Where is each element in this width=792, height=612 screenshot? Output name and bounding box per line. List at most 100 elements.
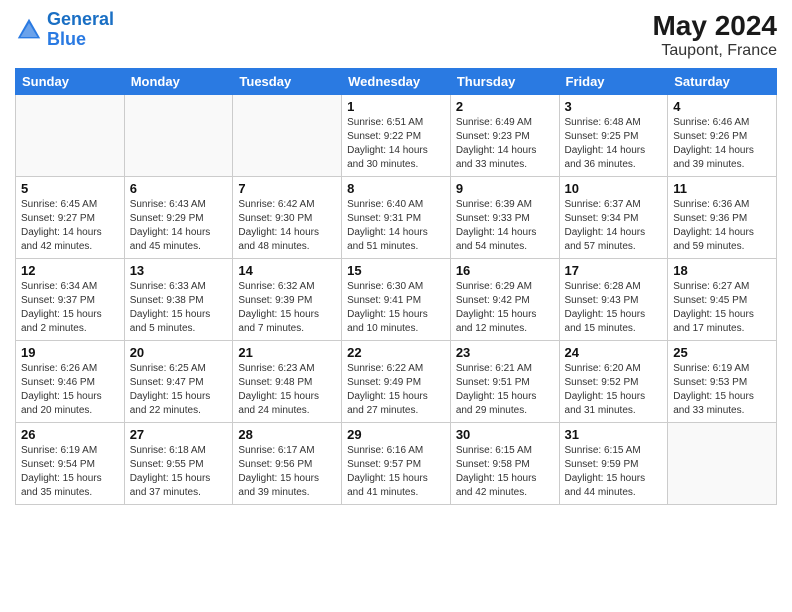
day-info: Sunrise: 6:26 AMSunset: 9:46 PMDaylight:… (21, 362, 119, 418)
day-number: 9 (456, 181, 554, 196)
day-number: 19 (21, 345, 119, 360)
day-number: 6 (130, 181, 228, 196)
day-info: Sunrise: 6:25 AMSunset: 9:47 PMDaylight:… (130, 362, 228, 418)
day-cell: 16 Sunrise: 6:29 AMSunset: 9:42 PMDayligh… (450, 259, 559, 341)
col-monday: Monday (124, 69, 233, 95)
day-cell: 4 Sunrise: 6:46 AMSunset: 9:26 PMDaylight… (668, 95, 777, 177)
day-number: 5 (21, 181, 119, 196)
day-number: 15 (347, 263, 445, 278)
day-cell (668, 423, 777, 505)
day-cell: 30 Sunrise: 6:15 AMSunset: 9:58 PMDayligh… (450, 423, 559, 505)
day-info: Sunrise: 6:15 AMSunset: 9:58 PMDaylight:… (456, 444, 554, 500)
logo-icon (15, 16, 43, 44)
day-info: Sunrise: 6:15 AMSunset: 9:59 PMDaylight:… (565, 444, 663, 500)
day-info: Sunrise: 6:16 AMSunset: 9:57 PMDaylight:… (347, 444, 445, 500)
day-cell: 15 Sunrise: 6:30 AMSunset: 9:41 PMDayligh… (342, 259, 451, 341)
col-tuesday: Tuesday (233, 69, 342, 95)
col-saturday: Saturday (668, 69, 777, 95)
day-number: 30 (456, 427, 554, 442)
day-cell: 28 Sunrise: 6:17 AMSunset: 9:56 PMDayligh… (233, 423, 342, 505)
day-number: 14 (238, 263, 336, 278)
day-number: 13 (130, 263, 228, 278)
col-sunday: Sunday (16, 69, 125, 95)
day-info: Sunrise: 6:51 AMSunset: 9:22 PMDaylight:… (347, 116, 445, 172)
day-number: 11 (673, 181, 771, 196)
day-number: 16 (456, 263, 554, 278)
day-cell: 21 Sunrise: 6:23 AMSunset: 9:48 PMDayligh… (233, 341, 342, 423)
day-info: Sunrise: 6:18 AMSunset: 9:55 PMDaylight:… (130, 444, 228, 500)
week-row-0: 1 Sunrise: 6:51 AMSunset: 9:22 PMDaylight… (16, 95, 777, 177)
day-info: Sunrise: 6:34 AMSunset: 9:37 PMDaylight:… (21, 280, 119, 336)
day-number: 18 (673, 263, 771, 278)
day-cell: 29 Sunrise: 6:16 AMSunset: 9:57 PMDayligh… (342, 423, 451, 505)
day-info: Sunrise: 6:40 AMSunset: 9:31 PMDaylight:… (347, 198, 445, 254)
day-info: Sunrise: 6:27 AMSunset: 9:45 PMDaylight:… (673, 280, 771, 336)
logo-line1: General (47, 9, 114, 29)
day-info: Sunrise: 6:39 AMSunset: 9:33 PMDaylight:… (456, 198, 554, 254)
day-info: Sunrise: 6:48 AMSunset: 9:25 PMDaylight:… (565, 116, 663, 172)
day-cell: 9 Sunrise: 6:39 AMSunset: 9:33 PMDaylight… (450, 177, 559, 259)
day-number: 29 (347, 427, 445, 442)
day-number: 21 (238, 345, 336, 360)
day-info: Sunrise: 6:22 AMSunset: 9:49 PMDaylight:… (347, 362, 445, 418)
day-cell: 13Sunrise: 6:33 AMSunset: 9:38 PMDayligh… (124, 259, 233, 341)
day-number: 22 (347, 345, 445, 360)
day-info: Sunrise: 6:46 AMSunset: 9:26 PMDaylight:… (673, 116, 771, 172)
logo-text: General Blue (47, 10, 114, 50)
day-info: Sunrise: 6:43 AMSunset: 9:29 PMDaylight:… (130, 198, 228, 254)
col-thursday: Thursday (450, 69, 559, 95)
day-cell: 8 Sunrise: 6:40 AMSunset: 9:31 PMDaylight… (342, 177, 451, 259)
day-number: 28 (238, 427, 336, 442)
day-cell: 5Sunrise: 6:45 AMSunset: 9:27 PMDaylight… (16, 177, 125, 259)
day-cell: 10Sunrise: 6:37 AMSunset: 9:34 PMDayligh… (559, 177, 668, 259)
day-info: Sunrise: 6:32 AMSunset: 9:39 PMDaylight:… (238, 280, 336, 336)
logo-line2: Blue (47, 29, 86, 49)
day-number: 23 (456, 345, 554, 360)
week-row-2: 12 Sunrise: 6:34 AMSunset: 9:37 PMDayligh… (16, 259, 777, 341)
day-info: Sunrise: 6:29 AMSunset: 9:42 PMDaylight:… (456, 280, 554, 336)
day-number: 26 (21, 427, 119, 442)
day-info: Sunrise: 6:23 AMSunset: 9:48 PMDaylight:… (238, 362, 336, 418)
header: General Blue May 2024 Taupont, France (15, 10, 777, 60)
day-cell (16, 95, 125, 177)
day-cell: 7Sunrise: 6:42 AMSunset: 9:30 PMDaylight… (233, 177, 342, 259)
col-wednesday: Wednesday (342, 69, 451, 95)
day-number: 10 (565, 181, 663, 196)
day-number: 17 (565, 263, 663, 278)
day-number: 8 (347, 181, 445, 196)
day-info: Sunrise: 6:19 AMSunset: 9:53 PMDaylight:… (673, 362, 771, 418)
day-cell: 22 Sunrise: 6:22 AMSunset: 9:49 PMDayligh… (342, 341, 451, 423)
day-cell: 31Sunrise: 6:15 AMSunset: 9:59 PMDayligh… (559, 423, 668, 505)
day-info: Sunrise: 6:49 AMSunset: 9:23 PMDaylight:… (456, 116, 554, 172)
day-cell: 11 Sunrise: 6:36 AMSunset: 9:36 PMDayligh… (668, 177, 777, 259)
logo: General Blue (15, 10, 114, 50)
day-cell: 6 Sunrise: 6:43 AMSunset: 9:29 PMDaylight… (124, 177, 233, 259)
day-number: 3 (565, 99, 663, 114)
day-number: 20 (130, 345, 228, 360)
day-cell: 17 Sunrise: 6:28 AMSunset: 9:43 PMDayligh… (559, 259, 668, 341)
location: Taupont, France (652, 42, 777, 60)
day-info: Sunrise: 6:17 AMSunset: 9:56 PMDaylight:… (238, 444, 336, 500)
day-cell: 3 Sunrise: 6:48 AMSunset: 9:25 PMDaylight… (559, 95, 668, 177)
day-number: 7 (238, 181, 336, 196)
day-info: Sunrise: 6:30 AMSunset: 9:41 PMDaylight:… (347, 280, 445, 336)
day-cell: 19 Sunrise: 6:26 AMSunset: 9:46 PMDayligh… (16, 341, 125, 423)
day-number: 2 (456, 99, 554, 114)
day-cell (124, 95, 233, 177)
day-number: 12 (21, 263, 119, 278)
day-cell (233, 95, 342, 177)
calendar-table: Sunday Monday Tuesday Wednesday Thursday… (15, 68, 777, 505)
day-cell: 14 Sunrise: 6:32 AMSunset: 9:39 PMDayligh… (233, 259, 342, 341)
day-number: 4 (673, 99, 771, 114)
day-cell: 23Sunrise: 6:21 AMSunset: 9:51 PMDayligh… (450, 341, 559, 423)
day-number: 27 (130, 427, 228, 442)
week-row-3: 19 Sunrise: 6:26 AMSunset: 9:46 PMDayligh… (16, 341, 777, 423)
day-info: Sunrise: 6:28 AMSunset: 9:43 PMDaylight:… (565, 280, 663, 336)
day-cell: 1 Sunrise: 6:51 AMSunset: 9:22 PMDaylight… (342, 95, 451, 177)
day-info: Sunrise: 6:19 AMSunset: 9:54 PMDaylight:… (21, 444, 119, 500)
day-info: Sunrise: 6:36 AMSunset: 9:36 PMDaylight:… (673, 198, 771, 254)
day-cell: 26 Sunrise: 6:19 AMSunset: 9:54 PMDayligh… (16, 423, 125, 505)
day-number: 1 (347, 99, 445, 114)
day-cell: 20 Sunrise: 6:25 AMSunset: 9:47 PMDayligh… (124, 341, 233, 423)
header-row: Sunday Monday Tuesday Wednesday Thursday… (16, 69, 777, 95)
